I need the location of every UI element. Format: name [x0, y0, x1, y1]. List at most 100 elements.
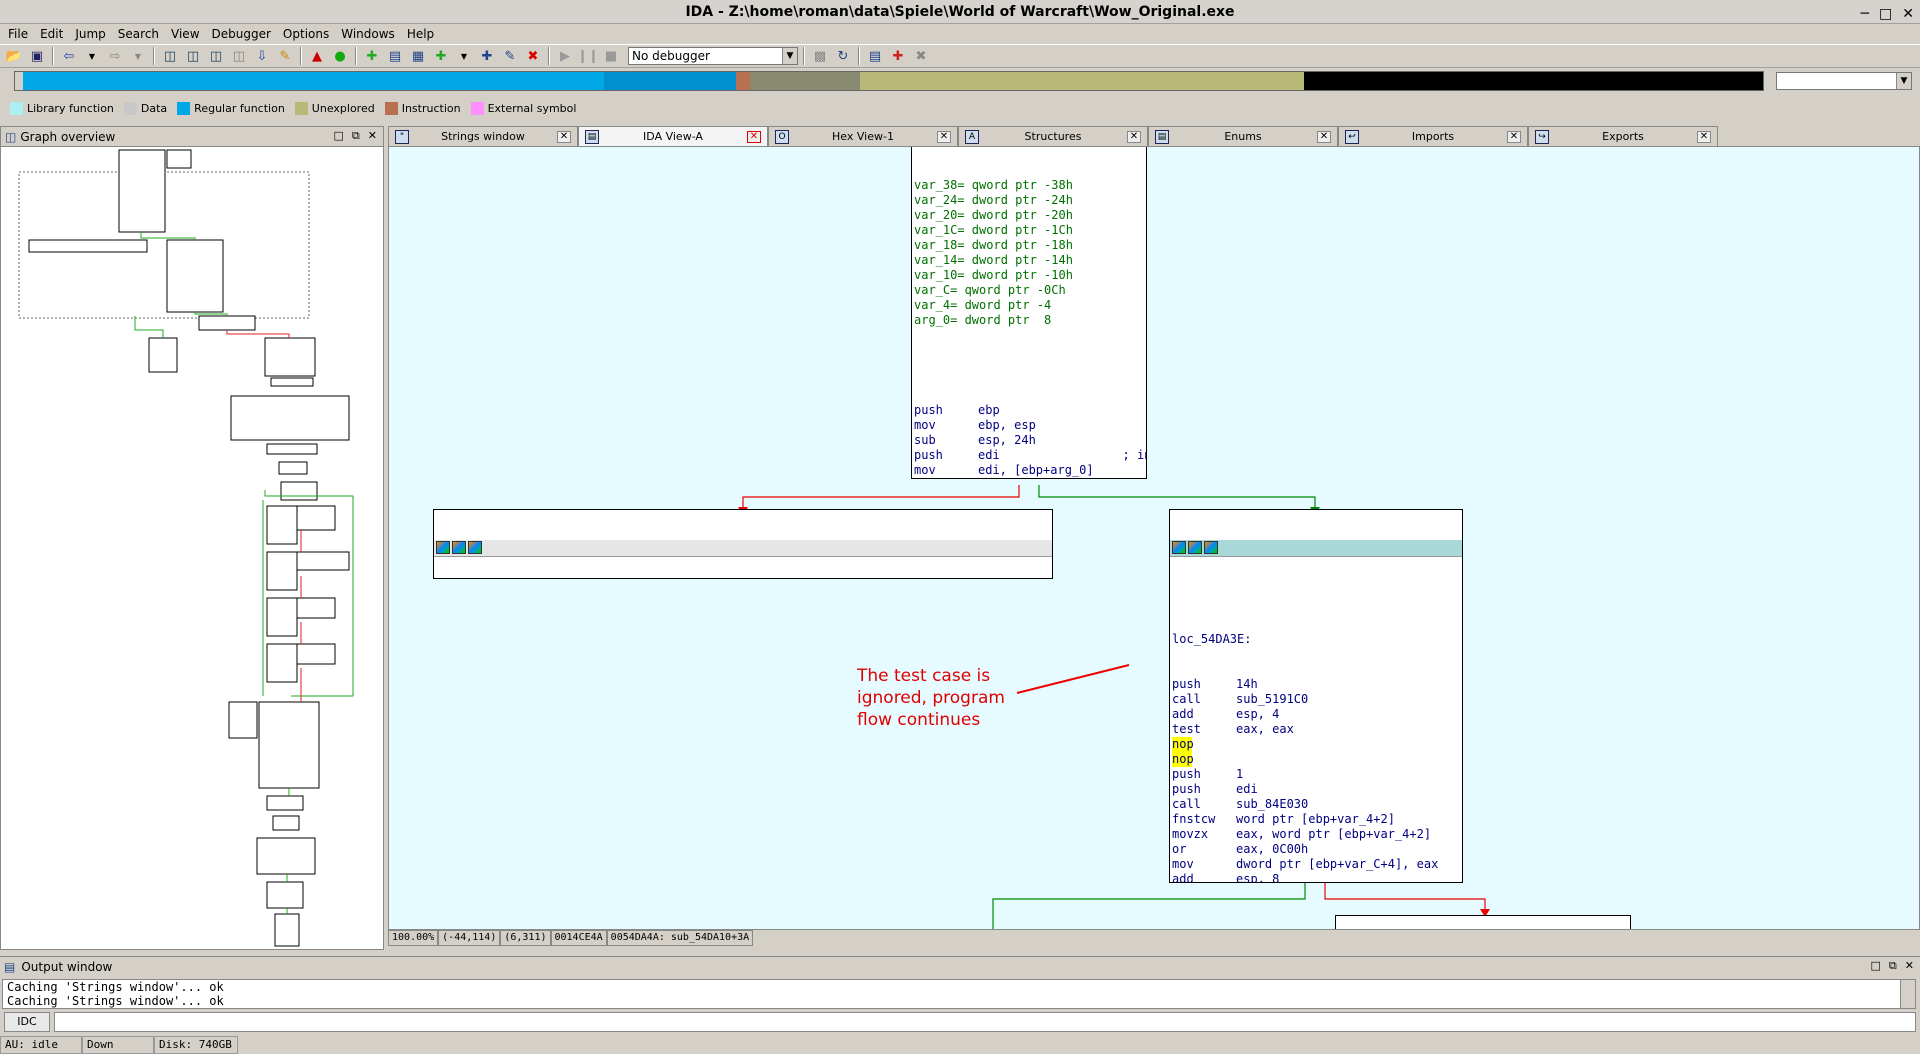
command-input[interactable]	[54, 1012, 1916, 1032]
close-icon[interactable]: ✕	[1317, 130, 1331, 143]
tab-imports[interactable]: ↩ Imports ✕	[1338, 126, 1528, 146]
code-line[interactable]: fnstcw word ptr [ebp+var_4+2]	[1170, 812, 1462, 827]
tab-structures[interactable]: A Structures ✕	[958, 126, 1148, 146]
float-icon[interactable]: □	[334, 129, 344, 143]
var-declaration[interactable]: var_18= dword ptr -18h	[912, 238, 1146, 253]
chevron-down-icon[interactable]: ▼	[782, 48, 797, 64]
code-block-entry[interactable]: var_38= qword ptr -38h var_24= dword ptr …	[911, 147, 1147, 479]
close-icon[interactable]: ✕	[557, 130, 571, 143]
code-line[interactable]: mov edi, [ebp+arg_0]	[912, 463, 1146, 478]
code-line[interactable]: call sub_84E030	[1170, 797, 1462, 812]
breakpoint-remove-icon[interactable]: ✖	[911, 46, 931, 66]
back-arrow-icon[interactable]: ⇦	[59, 46, 79, 66]
code-line[interactable]: test eax, eax	[1170, 722, 1462, 737]
breakpoint-add-icon[interactable]: ✚	[888, 46, 908, 66]
output-scrollbar[interactable]	[1900, 979, 1916, 1009]
code-line[interactable]: call sub_5191C0	[1170, 692, 1462, 707]
code-line[interactable]: push1	[912, 478, 1146, 479]
close-icon[interactable]: ✕	[1697, 130, 1711, 143]
code-line[interactable]: sub esp, 24h	[912, 433, 1146, 448]
binoculars-icon[interactable]: ◫	[160, 46, 180, 66]
menu-jump[interactable]: Jump	[71, 27, 109, 41]
code-line[interactable]: push 14h	[1170, 677, 1462, 692]
chevron-down-icon[interactable]: ▼	[1896, 73, 1911, 89]
idc-button[interactable]: IDC	[4, 1012, 50, 1032]
code-line[interactable]: push edi ; int	[912, 448, 1146, 463]
menu-windows[interactable]: Windows	[337, 27, 399, 41]
tab-enums[interactable]: ▤ Enums ✕	[1148, 126, 1338, 146]
code-block-next[interactable]	[1335, 915, 1631, 929]
stop-icon[interactable]: ■	[601, 46, 621, 66]
forward-arrow-icon[interactable]: ⇨	[105, 46, 125, 66]
code-line[interactable]: or eax, 0C00h	[1170, 842, 1462, 857]
chevron-down-icon[interactable]: ▼	[82, 46, 102, 66]
minimize-icon[interactable]: ─	[1861, 2, 1869, 26]
pause-icon[interactable]: ❙❙	[577, 46, 599, 66]
code-line[interactable]: push edi	[1170, 782, 1462, 797]
search-text-icon[interactable]: ◫	[206, 46, 226, 66]
tab-ida-view-a[interactable]: ▤ IDA View-A ✕	[578, 126, 768, 146]
output-log[interactable]: Caching 'Strings window'... ok Caching '…	[2, 979, 1902, 1009]
code-line[interactable]: mov ebp, esp	[912, 418, 1146, 433]
menu-search[interactable]: Search	[114, 27, 163, 41]
red-x-icon[interactable]: ✖	[523, 46, 543, 66]
maximize-icon[interactable]: □	[1879, 2, 1892, 26]
graph-view[interactable]: var_38= qword ptr -38h var_24= dword ptr …	[388, 146, 1920, 930]
code-block-usage-error[interactable]: pushoffset aUsageAcceptbat ; "Usage: Acc…	[433, 509, 1053, 579]
code-line[interactable]: mov dword ptr [ebp+var_C+4], eax	[1170, 857, 1462, 872]
search-next-icon[interactable]: ◫	[229, 46, 249, 66]
struct-icon[interactable]: ✚	[477, 46, 497, 66]
breakpoint-list-icon[interactable]: ▤	[865, 46, 885, 66]
graph-icon[interactable]: ▲	[307, 46, 327, 66]
var-declaration[interactable]: var_38= qword ptr -38h	[912, 178, 1146, 193]
tab-strings-window[interactable]: " Strings window ✕	[388, 126, 578, 146]
restore-icon[interactable]: ⧉	[1889, 959, 1897, 973]
close-icon[interactable]: ✕	[747, 130, 761, 143]
var-declaration[interactable]: var_1C= dword ptr -1Ch	[912, 223, 1146, 238]
plus-icon[interactable]: ✚	[431, 46, 451, 66]
menu-file[interactable]: File	[4, 27, 32, 41]
debugger-select[interactable]: No debugger ▼	[628, 47, 798, 65]
var-declaration[interactable]: var_C= qword ptr -0Ch	[912, 283, 1146, 298]
float-icon[interactable]: □	[1871, 959, 1881, 973]
tab-hex-view-1[interactable]: O Hex View-1 ✕	[768, 126, 958, 146]
mark-icon[interactable]: ✎	[275, 46, 295, 66]
play-icon[interactable]: ▶	[555, 46, 575, 66]
refresh-icon[interactable]: ↻	[833, 46, 853, 66]
code-line[interactable]: nop	[1170, 752, 1462, 767]
code-line[interactable]: add esp, 4	[1170, 707, 1462, 722]
nav-band-select[interactable]: ▼	[1776, 72, 1912, 90]
var-declaration[interactable]: var_10= dword ptr -10h	[912, 268, 1146, 283]
attach-icon[interactable]: ▩	[810, 46, 830, 66]
menu-options[interactable]: Options	[279, 27, 333, 41]
menu-edit[interactable]: Edit	[36, 27, 67, 41]
edit-icon[interactable]	[1188, 541, 1202, 554]
restore-icon[interactable]: ⧉	[352, 129, 360, 143]
code-block-loc-54da3e[interactable]: loc_54DA3E: push 14h call sub_5191C0 add esp,…	[1169, 509, 1463, 883]
grid-icon[interactable]: ▦	[408, 46, 428, 66]
close-icon[interactable]: ✕	[937, 130, 951, 143]
menu-debugger[interactable]: Debugger	[208, 27, 275, 41]
group-icon[interactable]	[468, 541, 482, 554]
color-icon[interactable]	[436, 541, 450, 554]
chevron-down-icon[interactable]: ▼	[128, 46, 148, 66]
code-line[interactable]: movzx eax, word ptr [ebp+var_4+2]	[1170, 827, 1462, 842]
var-declaration[interactable]: var_20= dword ptr -20h	[912, 208, 1146, 223]
group-icon[interactable]	[1204, 541, 1218, 554]
close-icon[interactable]: ✕	[1905, 959, 1914, 973]
edit-icon[interactable]	[452, 541, 466, 554]
close-icon[interactable]: ✕	[1507, 130, 1521, 143]
tab-exports[interactable]: ↪ Exports ✕	[1528, 126, 1718, 146]
color-icon[interactable]	[1172, 541, 1186, 554]
var-declaration[interactable]: var_24= dword ptr -24h	[912, 193, 1146, 208]
var-declaration[interactable]: arg_0= dword ptr 8	[912, 313, 1146, 328]
menu-help[interactable]: Help	[403, 27, 438, 41]
open-folder-icon[interactable]: 📂	[4, 46, 24, 66]
chevron-down-icon[interactable]: ▼	[454, 46, 474, 66]
code-line[interactable]: push ebp	[912, 403, 1146, 418]
var-declaration[interactable]: var_14= dword ptr -14h	[912, 253, 1146, 268]
menu-view[interactable]: View	[167, 27, 203, 41]
code-line[interactable]: add esp, 8	[1170, 872, 1462, 882]
close-icon[interactable]: ✕	[1127, 130, 1141, 143]
close-icon[interactable]: ✕	[1902, 2, 1914, 26]
